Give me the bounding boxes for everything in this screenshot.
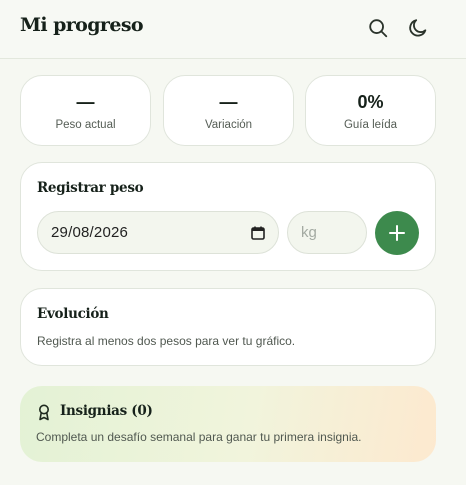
weight-input[interactable]: kg — [287, 211, 367, 254]
register-weight-card: Registrar peso 29/08/2026 kg — [20, 162, 436, 271]
register-weight-title: Registrar peso — [37, 180, 144, 196]
add-weight-button[interactable] — [375, 211, 419, 255]
page-title: Mi progreso — [20, 14, 144, 36]
stat-value: — — [219, 92, 238, 112]
stat-card-variation: — Variación — [163, 75, 294, 146]
date-input[interactable]: 29/08/2026 — [37, 211, 279, 254]
calendar-icon[interactable] — [251, 226, 265, 240]
stat-card-guide-read: 0% Guía leída — [305, 75, 436, 146]
weight-placeholder: kg — [301, 224, 317, 241]
award-icon — [39, 404, 49, 421]
plus-icon — [389, 225, 405, 241]
stat-label: Guía leída — [343, 119, 398, 131]
stat-label: Peso actual — [55, 119, 116, 131]
badges-card: Insignias (0) Completa un desafío semana… — [20, 386, 436, 462]
badges-title: Insignias (0) — [60, 403, 153, 419]
stat-card-current-weight: — Peso actual — [20, 75, 151, 146]
stat-value: — — [76, 92, 95, 112]
date-value: 29/08/2026 — [51, 224, 129, 241]
app-header: Mi progreso — [0, 0, 466, 59]
evolution-description: Registra al menos dos pesos para ver tu … — [37, 334, 296, 348]
moon-icon[interactable] — [407, 17, 429, 39]
evolution-title: Evolución — [37, 306, 109, 322]
evolution-card: Evolución Registra al menos dos pesos pa… — [20, 288, 436, 366]
badges-description: Completa un desafío semanal para ganar t… — [36, 430, 362, 444]
stat-value: 0% — [357, 92, 384, 112]
stat-label: Variación — [204, 119, 253, 131]
search-icon[interactable] — [367, 17, 389, 39]
